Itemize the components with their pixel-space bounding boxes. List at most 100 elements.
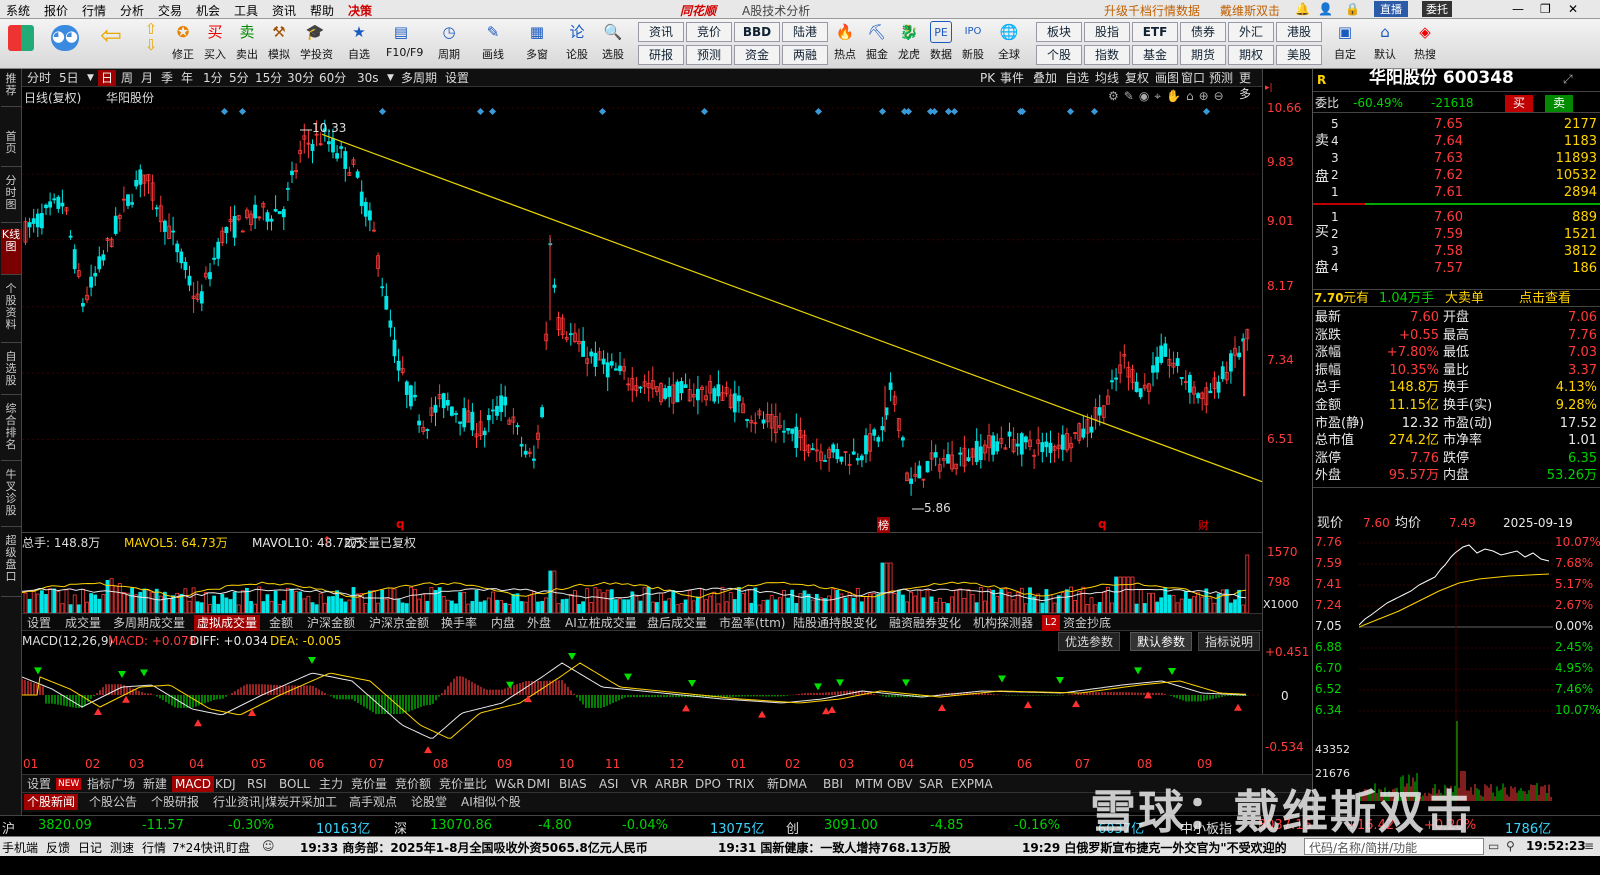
lock-icon[interactable]: 🔒 [1345, 2, 1360, 16]
status-watch[interactable]: 盯盘 [226, 839, 250, 856]
sell-button[interactable]: 卖 [1545, 95, 1574, 112]
indicator-tab[interactable]: ARBR [652, 776, 691, 792]
chart-ma[interactable]: 均线 [1092, 70, 1122, 86]
voltab-sh-sz-amount[interactable]: 沪深金额 [304, 615, 358, 631]
status-7x24[interactable]: 7*24快讯 [172, 839, 225, 856]
up-down-button[interactable]: ⇧ ⇩ [136, 21, 166, 53]
period-intraday[interactable]: 分时 [24, 70, 54, 86]
quick-forex[interactable]: 外汇 [1228, 22, 1274, 42]
bigorder-action[interactable]: 点击查看 [1519, 290, 1571, 307]
indicator-tab[interactable]: 新DMA [764, 776, 810, 792]
ask-row[interactable]: 2 7.62 10532 [1313, 167, 1600, 184]
newstab-similar[interactable]: AI相似个股 [458, 794, 524, 810]
menu-opportunity[interactable]: 机会 [196, 2, 220, 19]
nav-intraday[interactable]: 分时图 [1, 175, 21, 223]
toolbar-screener[interactable]: 🔍 选股 [598, 21, 628, 62]
quick-hk-connect[interactable]: 陆港 [782, 22, 828, 42]
assistant-button[interactable]: ◕◕ [50, 25, 80, 51]
newstab-stock-news[interactable]: 个股新闻 [24, 794, 79, 810]
sh-value[interactable]: 3820.09 [38, 818, 92, 833]
indicator-tab[interactable]: ASI [596, 776, 621, 792]
period-week[interactable]: 周 [118, 70, 136, 86]
chart-event[interactable]: 事件 [997, 70, 1027, 86]
menu-help[interactable]: 帮助 [310, 2, 334, 19]
toolbar-global[interactable]: 🌐 全球 [994, 21, 1024, 62]
ask-row[interactable]: 1 7.61 2894 [1313, 184, 1600, 201]
chart-restore-rights[interactable]: 复权 [1122, 70, 1152, 86]
indicator-tab[interactable]: MTM [852, 776, 886, 792]
menu-decision[interactable]: 决策 [348, 2, 372, 19]
newstab-industry[interactable]: 行业资讯|煤炭开采加工 [210, 794, 340, 810]
voltab-amount[interactable]: 金额 [266, 615, 296, 631]
quick-auction[interactable]: 竞价 [686, 22, 732, 42]
voltab-virtual[interactable]: 虚拟成交量 [194, 615, 261, 631]
period-5min[interactable]: 5分 [226, 70, 252, 86]
nav-diagnosis[interactable]: 牛叉诊股 [1, 469, 21, 527]
voltab-shszbj-amount[interactable]: 沪深京金额 [366, 615, 432, 631]
chart-more[interactable]: 更多 [1236, 70, 1262, 101]
macd-panel[interactable]: MACD(12,26,9) MACD: +0.078 DIFF: +0.034 … [22, 631, 1262, 756]
ask-row[interactable]: 5 7.65 2177 [1313, 116, 1600, 133]
quick-options[interactable]: 期权 [1228, 45, 1274, 65]
period-year[interactable]: 年 [178, 70, 196, 86]
live-button[interactable]: 直播 [1374, 1, 1408, 17]
indicator-tab[interactable]: W&R [492, 776, 528, 792]
toolbar-learn[interactable]: 🎓 学投资 [300, 21, 333, 62]
indicator-tab[interactable]: 指标广场 [84, 776, 138, 792]
chart-forecast[interactable]: 预测 [1206, 70, 1236, 86]
bid-row[interactable]: 2 7.59 1521 [1313, 226, 1600, 243]
kline-chart[interactable]: 日线(复权) 华阳股份 ⚙✎◉⌖✋⌂⊕⊖ 10.33 5.86 q 榜 q 财 [22, 87, 1262, 533]
voltab-margin[interactable]: 融资融券变化 [886, 615, 964, 631]
period-30min[interactable]: 30分 [284, 70, 317, 86]
toolbar-sell[interactable]: 卖卖出 [232, 21, 262, 62]
menu-tools[interactable]: 工具 [234, 2, 258, 19]
person-icon[interactable]: 👤 [1318, 2, 1333, 16]
indicator-tab[interactable]: 竞价额 [392, 776, 434, 792]
indicator-tab[interactable]: BIAS [556, 776, 590, 792]
quick-futures-index[interactable]: 股指 [1084, 22, 1130, 42]
intraday-mini-chart[interactable] [1359, 539, 1553, 811]
toolbar-forum[interactable]: 论论股 [562, 21, 592, 62]
menu-icon[interactable]: ≡ [1584, 839, 1594, 853]
nav-recommend[interactable]: 推荐 [1, 73, 21, 107]
expand-icon[interactable]: ⤢ [1563, 71, 1573, 88]
quick-futures[interactable]: 期货 [1180, 45, 1226, 65]
voltab-turnover[interactable]: 换手率 [438, 615, 480, 631]
promo-link-1[interactable]: 升级千档行情数据 [1104, 2, 1200, 19]
event-marker-q1[interactable]: q [396, 517, 405, 531]
voltab-institution[interactable]: 机构探测器 [970, 615, 1036, 631]
search-icon[interactable]: ⚲ [1506, 839, 1515, 853]
quick-margin[interactable]: 两融 [782, 45, 828, 65]
toolbar-buy[interactable]: 买买入 [200, 21, 230, 62]
ask-row[interactable]: 3 7.63 11893 [1313, 150, 1600, 167]
quick-hk-stock[interactable]: 港股 [1276, 22, 1322, 42]
bid-row[interactable]: 1 7.60 889 [1313, 209, 1600, 226]
quick-us-stock[interactable]: 美股 [1276, 45, 1322, 65]
indicator-tab[interactable]: DPO [692, 776, 724, 792]
dropdown-icon-2[interactable]: ▼ [384, 70, 397, 86]
toolbar-data[interactable]: PE 数据 [926, 21, 956, 62]
toolbar-dragon[interactable]: 🐉 龙虎 [894, 21, 924, 62]
sz-value[interactable]: 13070.86 [430, 818, 492, 833]
axis-menu-icon[interactable]: ▸| [1265, 83, 1273, 93]
toolbar-hotsearch[interactable]: ◈ 热搜 [1410, 21, 1440, 62]
chart-window[interactable]: 窗口 [1178, 70, 1208, 86]
toolbar-fix[interactable]: ✪ 修正 [168, 21, 198, 62]
close-icon[interactable]: ✕ [1568, 2, 1578, 16]
minimize-icon[interactable]: — [1512, 2, 1524, 16]
voltab-outer[interactable]: 外盘 [524, 615, 554, 631]
indicator-tab[interactable]: VR [628, 776, 651, 792]
toolbar-multiwindow[interactable]: ▦ 多窗 [522, 21, 552, 62]
indicator-tab[interactable]: 主力 [316, 776, 346, 792]
dropdown-icon[interactable]: ▼ [84, 70, 97, 86]
period-day[interactable]: 日 [98, 70, 117, 86]
indicator-tab[interactable]: OBV [884, 776, 916, 792]
voltab-after-hours[interactable]: 盘后成交量 [644, 615, 710, 631]
nav-profile[interactable]: 个股资料 [1, 283, 21, 343]
period-1min[interactable]: 1分 [200, 70, 226, 86]
indicator-tab[interactable]: EXPMA [948, 776, 996, 792]
indicator-tab[interactable]: MACD [172, 776, 214, 792]
quick-index[interactable]: 指数 [1084, 45, 1130, 65]
chart-settings[interactable]: 设置 [442, 70, 472, 86]
quick-bond[interactable]: 债券 [1180, 22, 1226, 42]
